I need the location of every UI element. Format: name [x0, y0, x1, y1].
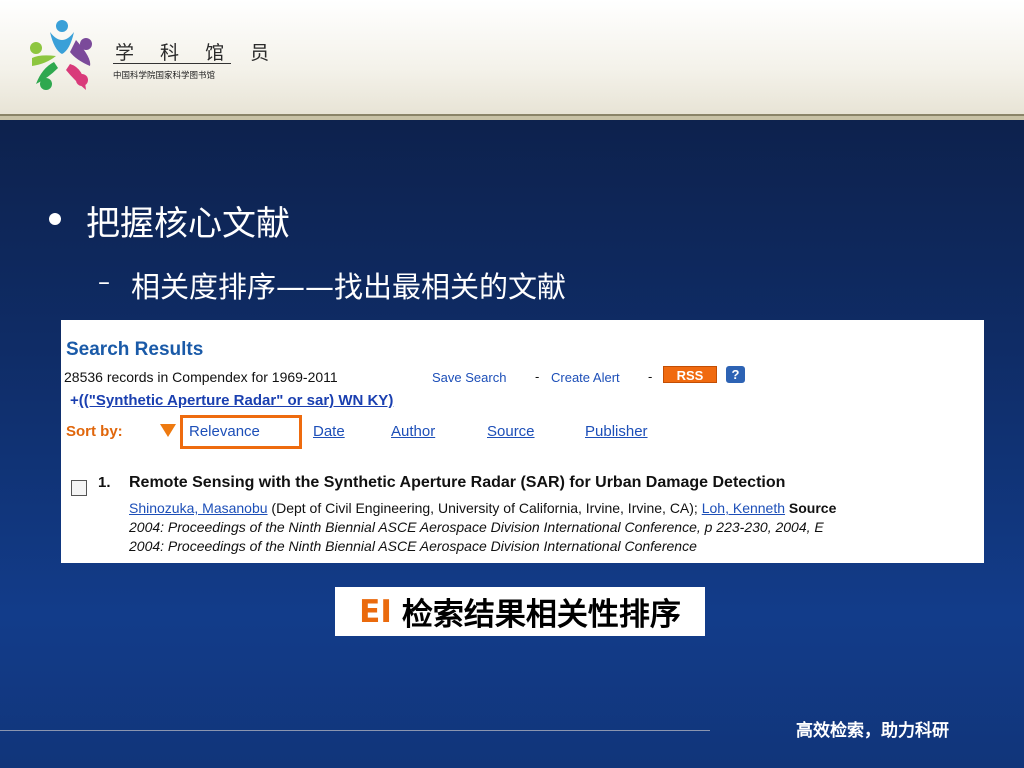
result-conference: 2004: Proceedings of the Ninth Biennial … [129, 538, 697, 554]
result-source: 2004: Proceedings of the Ninth Biennial … [129, 519, 824, 535]
sort-option-relevance[interactable]: Relevance [189, 423, 260, 440]
result-authors: Shinozuka, Masanobu (Dept of Civil Engin… [129, 500, 836, 516]
logo-subtitle: 中国科学院国家科学图书馆 [113, 71, 216, 81]
create-alert-link[interactable]: Create Alert [551, 370, 620, 385]
author-link[interactable]: Shinozuka, Masanobu [129, 500, 268, 516]
record-count: 28536 records in Compendex for 1969-2011 [64, 369, 338, 385]
sub-bullet-text: 相关度排序——找出最相关的文献 [131, 270, 567, 304]
author-link[interactable]: Loh, Kenneth [702, 500, 785, 516]
query-link[interactable]: (("Synthetic Aperture Radar" or sar) WN … [79, 392, 394, 409]
sort-option-publisher[interactable]: Publisher [585, 423, 648, 440]
help-icon[interactable]: ? [726, 366, 745, 383]
bullet-heading: 把握核心文献 [86, 204, 290, 244]
source-label: Source [785, 500, 837, 516]
footer-divider [0, 730, 710, 731]
header-bar: 学 科 馆 员 中国科学院国家科学图书馆 [0, 0, 1024, 116]
caption-text: 检索结果相关性排序 [401, 597, 681, 633]
logo-title: 学 科 馆 员 [115, 42, 280, 64]
people-circle-logo-icon [30, 20, 92, 90]
search-results-title: Search Results [66, 339, 204, 360]
sort-by-label: Sort by: [66, 423, 123, 440]
rss-button[interactable]: RSS [663, 366, 717, 383]
save-search-link[interactable]: Save Search [432, 370, 506, 385]
header-divider [0, 116, 1024, 120]
sort-option-author[interactable]: Author [391, 423, 435, 440]
author-affiliation: (Dept of Civil Engineering, University o… [267, 500, 702, 516]
sub-bullet-dash: – [98, 268, 110, 296]
result-conference-line: 2004: Proceedings of the Ninth Biennial … [129, 538, 697, 554]
search-query: +(("Synthetic Aperture Radar" or sar) WN… [70, 392, 393, 409]
query-prefix: + [70, 392, 79, 409]
separator: - [535, 369, 540, 384]
separator: - [648, 369, 653, 384]
result-source-line: 2004: Proceedings of the Ninth Biennial … [129, 519, 824, 535]
search-results-screenshot: Search Results 28536 records in Compende… [61, 320, 984, 563]
caption-ei: EI [359, 593, 392, 630]
logo-divider [113, 63, 231, 64]
result-number: 1. [98, 474, 111, 491]
sort-option-source[interactable]: Source [487, 423, 535, 440]
sort-arrow-icon [160, 424, 176, 437]
result-title[interactable]: Remote Sensing with the Synthetic Apertu… [129, 474, 785, 492]
sort-option-date[interactable]: Date [313, 423, 345, 440]
caption-box: EI 检索结果相关性排序 [335, 587, 705, 636]
result-checkbox[interactable] [71, 480, 87, 496]
bullet-dot-icon [49, 213, 61, 225]
footer-slogan: 高效检索，助力科研 [796, 721, 949, 741]
